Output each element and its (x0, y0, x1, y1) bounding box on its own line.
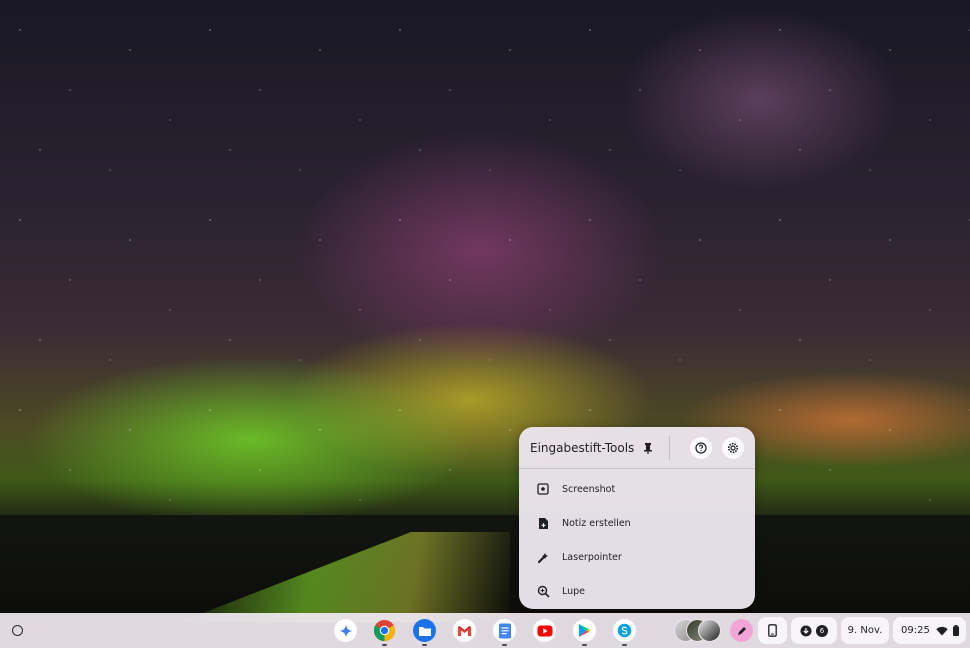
recent-file-thumbnail (698, 619, 721, 642)
laser-pointer-icon (536, 550, 550, 564)
phone-hub-button[interactable] (758, 617, 787, 644)
calendar-date-button[interactable]: 9. Nov. (841, 617, 889, 644)
gmail-app[interactable] (453, 619, 476, 642)
chrome-icon (373, 619, 396, 642)
download-arrow-icon (800, 625, 812, 636)
settings-button[interactable] (722, 436, 744, 459)
stylus-tools-header: Eingabestift-Tools (519, 427, 755, 469)
docs-app[interactable] (493, 619, 516, 646)
clock-label: 09:25 (901, 625, 930, 636)
running-indicator (502, 644, 507, 646)
launcher-icon (12, 625, 23, 636)
running-indicator (422, 644, 427, 646)
stylus-tools-button[interactable] (730, 619, 753, 642)
pin-icon[interactable] (637, 437, 659, 459)
assistant-app[interactable] (334, 619, 357, 642)
launcher-button[interactable] (5, 618, 30, 643)
skype-icon (617, 623, 632, 638)
help-button[interactable] (690, 436, 712, 459)
gmail-icon (458, 625, 471, 636)
files-app[interactable] (413, 619, 436, 646)
downloads-count-badge: 6 (816, 624, 828, 637)
play-store-icon (578, 624, 591, 637)
gear-icon (727, 442, 739, 453)
downloads-tray[interactable]: 6 (791, 617, 837, 644)
stylus-tool-label: Notiz erstellen (562, 517, 631, 529)
battery-icon (952, 625, 959, 636)
stylus-tools-menu: Eingabestift-Tools Screenshot Notiz erst… (519, 427, 755, 609)
play-store-app[interactable] (573, 619, 596, 646)
shelf: 6 9. Nov. 09:25 (0, 613, 970, 648)
header-divider (669, 435, 670, 460)
stylus-tool-screenshot[interactable]: Screenshot (519, 472, 755, 506)
youtube-icon (537, 625, 552, 636)
status-area[interactable]: 09:25 (893, 617, 966, 644)
stylus-tool-label: Laserpointer (562, 551, 622, 563)
stylus-tools-title: Eingabestift-Tools (530, 440, 635, 455)
stylus-tool-magnifier[interactable]: Lupe (519, 574, 755, 608)
docs-icon (498, 623, 511, 638)
youtube-app[interactable] (533, 619, 556, 642)
assistant-sparkle-icon (339, 624, 352, 637)
date-label: 9. Nov. (847, 625, 883, 636)
phone-icon (768, 624, 777, 637)
running-indicator (382, 644, 387, 646)
help-icon (695, 441, 707, 454)
stylus-tool-laser-pointer[interactable]: Laserpointer (519, 540, 755, 574)
running-indicator (582, 644, 587, 646)
screenshot-icon (536, 482, 550, 496)
running-indicator (622, 644, 627, 646)
note-icon (536, 516, 550, 530)
chrome-app[interactable] (373, 619, 396, 646)
wifi-icon (936, 626, 948, 635)
stylus-tool-label: Lupe (562, 585, 586, 597)
skype-app[interactable] (613, 619, 636, 646)
stylus-tool-create-note[interactable]: Notiz erstellen (519, 506, 755, 540)
folder-icon (418, 626, 431, 636)
stylus-tool-label: Screenshot (562, 483, 616, 495)
magnifier-icon (536, 584, 550, 598)
pen-icon (737, 626, 746, 635)
holding-space-thumbnails[interactable] (674, 619, 722, 642)
wallpaper-stars (0, 0, 970, 518)
